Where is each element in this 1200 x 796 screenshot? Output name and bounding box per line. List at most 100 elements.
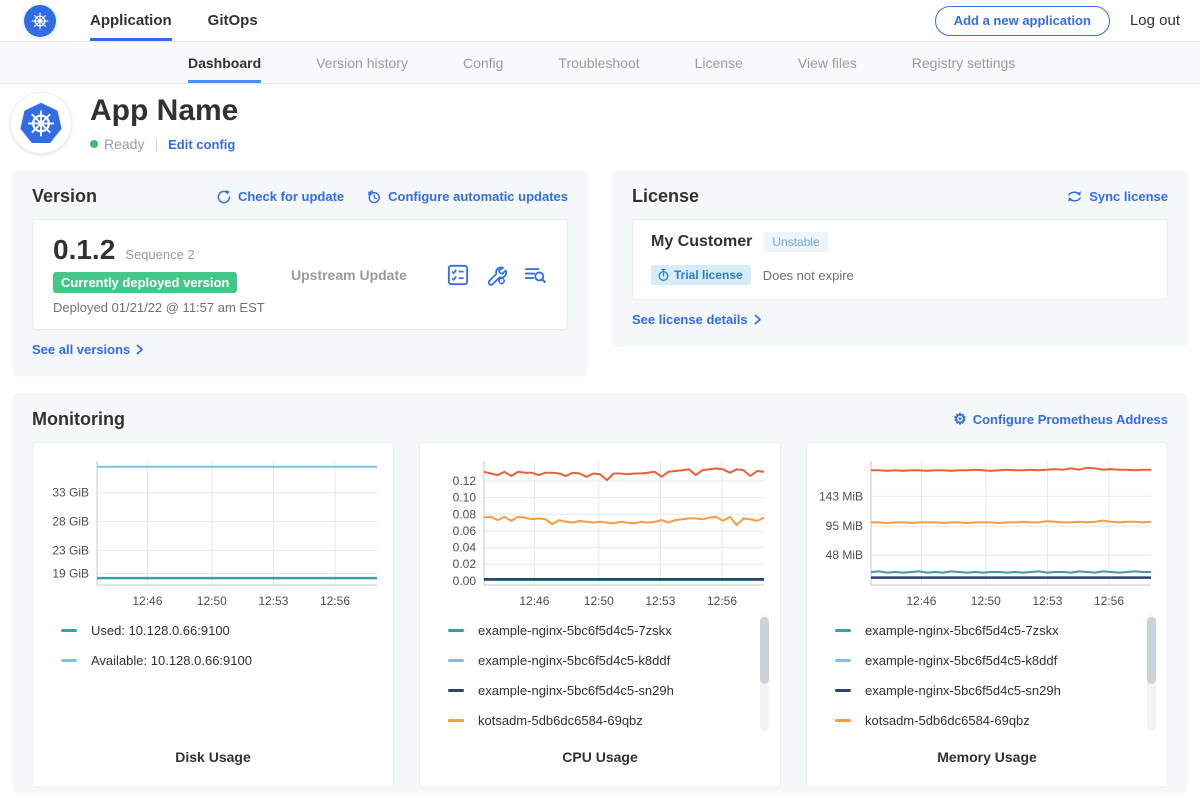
- legend-item: example-nginx-5bc6f5d4c5-7zskx: [448, 623, 756, 638]
- configure-prometheus-button[interactable]: ⚙ Configure Prometheus Address: [953, 412, 1168, 427]
- svg-text:0.06: 0.06: [453, 524, 477, 538]
- license-card: License Sync license My Customer Unstabl…: [612, 170, 1188, 347]
- legend-swatch-icon: [835, 629, 851, 632]
- legend-swatch-icon: [448, 689, 464, 692]
- preflight-checklist-icon[interactable]: [447, 264, 469, 286]
- edit-config-link[interactable]: Edit config: [168, 137, 235, 152]
- svg-text:0.10: 0.10: [453, 491, 477, 505]
- configure-automatic-updates-button[interactable]: Configure automatic updates: [366, 189, 568, 205]
- legend-item: kotsadm-5db6dc6584-69qbz: [448, 713, 756, 728]
- disk-usage-legend: Used: 10.128.0.66:9100 Available: 10.128.…: [39, 613, 387, 743]
- svg-text:12:46: 12:46: [519, 594, 549, 608]
- stopwatch-icon: [657, 268, 670, 282]
- chart-title: CPU Usage: [426, 743, 774, 787]
- svg-text:0.02: 0.02: [453, 557, 477, 571]
- license-expiry-text: Does not expire: [763, 268, 854, 283]
- app-avatar: [10, 92, 72, 154]
- legend-scrollbar-thumb[interactable]: [760, 617, 769, 684]
- chart-title: Memory Usage: [813, 743, 1161, 787]
- legend-item: kotsadm-5db6dc6584-69qbz: [835, 713, 1143, 728]
- config-wrench-icon[interactable]: [485, 264, 507, 286]
- svg-text:12:46: 12:46: [132, 594, 162, 608]
- legend-item: Used: 10.128.0.66:9100: [61, 623, 369, 638]
- sync-license-button[interactable]: Sync license: [1066, 189, 1168, 204]
- svg-text:0.04: 0.04: [453, 541, 477, 555]
- sync-arrows-icon: [1066, 189, 1083, 204]
- version-number: 0.1.2: [53, 234, 115, 266]
- tab-config[interactable]: Config: [463, 42, 503, 83]
- legend-item: example-nginx-5bc6f5d4c5-7zskx: [835, 623, 1143, 638]
- see-all-versions-link[interactable]: See all versions: [32, 342, 144, 357]
- legend-item: example-nginx-5bc6f5d4c5-sn29h: [448, 683, 756, 698]
- tab-registry-settings[interactable]: Registry settings: [912, 42, 1015, 83]
- svg-text:48 MiB: 48 MiB: [826, 548, 863, 562]
- legend-label: kotsadm-5db6dc6584-69qbz: [865, 713, 1030, 728]
- deploy-logs-icon[interactable]: [523, 264, 547, 286]
- clock-refresh-icon: [366, 189, 382, 205]
- refresh-icon: [216, 189, 232, 205]
- current-version-row: 0.1.2 Sequence 2 Currently deployed vers…: [32, 219, 568, 330]
- top-nav-tabs: Application GitOps: [90, 0, 258, 41]
- monitoring-section: Monitoring ⚙ Configure Prometheus Addres…: [12, 393, 1188, 793]
- legend-scrollbar-thumb[interactable]: [1147, 617, 1156, 684]
- trial-license-badge: Trial license: [651, 265, 751, 285]
- tab-application[interactable]: Application: [90, 0, 172, 41]
- svg-text:12:50: 12:50: [584, 594, 614, 608]
- version-card: Version Check for update: [12, 170, 588, 377]
- tab-gitops[interactable]: GitOps: [208, 0, 258, 41]
- add-application-button[interactable]: Add a new application: [935, 6, 1110, 36]
- tab-view-files[interactable]: View files: [798, 42, 857, 83]
- legend-swatch-icon: [448, 719, 464, 722]
- legend-label: example-nginx-5bc6f5d4c5-k8ddf: [478, 653, 670, 668]
- legend-label: Available: 10.128.0.66:9100: [91, 653, 252, 668]
- kubernetes-logo-icon: [24, 5, 56, 37]
- svg-text:0.08: 0.08: [453, 507, 477, 521]
- app-sub-nav: Dashboard Version history Config Trouble…: [0, 42, 1200, 84]
- legend-label: example-nginx-5bc6f5d4c5-sn29h: [478, 683, 674, 698]
- disk-usage-plot: 33 GiB28 GiB23 GiB19 GiB12:4612:5012:531…: [39, 453, 387, 613]
- tab-troubleshoot[interactable]: Troubleshoot: [558, 42, 639, 83]
- gear-icon: ⚙: [953, 412, 966, 427]
- legend-label: kotsadm-5db6dc6584-69qbz: [478, 713, 643, 728]
- chevron-right-icon: [136, 344, 144, 355]
- disk-usage-chart-card: 33 GiB28 GiB23 GiB19 GiB12:4612:5012:531…: [32, 442, 394, 788]
- legend-swatch-icon: [835, 719, 851, 722]
- svg-text:12:53: 12:53: [258, 594, 288, 608]
- svg-text:12:56: 12:56: [320, 594, 350, 608]
- tab-version-history[interactable]: Version history: [316, 42, 408, 83]
- cpu-usage-chart-card: 0.120.100.080.060.040.020.0012:4612:5012…: [419, 442, 781, 788]
- tab-dashboard[interactable]: Dashboard: [188, 42, 261, 83]
- status-dot-icon: [90, 140, 98, 148]
- memory-usage-chart-card: 143 MiB95 MiB48 MiB12:4612:5012:5312:56 …: [806, 442, 1168, 788]
- update-type-label: Upstream Update: [291, 267, 407, 283]
- svg-text:12:50: 12:50: [971, 594, 1001, 608]
- svg-text:19 GiB: 19 GiB: [52, 567, 89, 581]
- svg-text:12:46: 12:46: [906, 594, 936, 608]
- license-card-title: License: [632, 186, 699, 207]
- customer-name: My Customer: [651, 233, 752, 251]
- tab-license[interactable]: License: [695, 42, 743, 83]
- legend-label: example-nginx-5bc6f5d4c5-sn29h: [865, 683, 1061, 698]
- legend-swatch-icon: [448, 629, 464, 632]
- legend-item: example-nginx-5bc6f5d4c5-k8ddf: [448, 653, 756, 668]
- channel-badge: Unstable: [764, 232, 827, 252]
- svg-text:12:53: 12:53: [645, 594, 675, 608]
- deployed-timestamp: Deployed 01/21/22 @ 11:57 am EST: [53, 300, 283, 315]
- legend-label: Used: 10.128.0.66:9100: [91, 623, 230, 638]
- version-sequence: Sequence 2: [125, 247, 194, 262]
- chart-title: Disk Usage: [39, 743, 387, 787]
- cpu-usage-plot: 0.120.100.080.060.040.020.0012:4612:5012…: [426, 453, 774, 613]
- app-header: App Name Ready | Edit config: [0, 84, 1200, 164]
- currently-deployed-badge: Currently deployed version: [53, 272, 237, 293]
- legend-scrollbar[interactable]: [1147, 615, 1156, 731]
- legend-scrollbar[interactable]: [760, 615, 769, 731]
- svg-text:12:50: 12:50: [197, 594, 227, 608]
- check-for-update-button[interactable]: Check for update: [216, 189, 344, 205]
- logout-link[interactable]: Log out: [1130, 12, 1180, 29]
- monitoring-title: Monitoring: [32, 409, 125, 430]
- svg-text:33 GiB: 33 GiB: [52, 486, 89, 500]
- see-license-details-link[interactable]: See license details: [632, 312, 762, 327]
- svg-text:12:56: 12:56: [1094, 594, 1124, 608]
- legend-swatch-icon: [61, 629, 77, 632]
- legend-swatch-icon: [835, 659, 851, 662]
